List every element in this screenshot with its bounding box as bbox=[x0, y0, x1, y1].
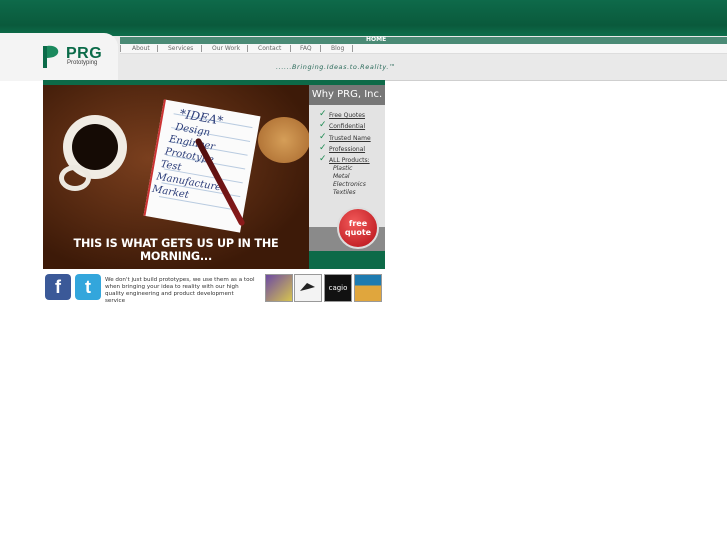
nav-separator bbox=[320, 45, 321, 52]
portfolio-thumb-cagio[interactable]: cagio bbox=[324, 274, 352, 302]
nav-contact[interactable]: Contact bbox=[258, 45, 281, 52]
logo-leaf-icon[interactable] bbox=[43, 44, 63, 68]
nav-separator bbox=[201, 45, 202, 52]
why-item-label: Confidential bbox=[329, 123, 366, 130]
portfolio-thumb-1[interactable] bbox=[265, 274, 293, 302]
nav-faq[interactable]: FAQ bbox=[300, 45, 312, 52]
why-item-label: Professional bbox=[329, 146, 366, 153]
top-banner bbox=[0, 0, 727, 36]
logo-subtitle: Prototyping bbox=[67, 60, 98, 66]
hero-image: *IDEA* Design Engineer Prototype Test Ma… bbox=[43, 85, 309, 269]
notepad: *IDEA* Design Engineer Prototype Test Ma… bbox=[143, 99, 261, 233]
nav-separator bbox=[290, 45, 291, 52]
product-textiles: Textiles bbox=[333, 189, 356, 196]
why-prg-panel: Why PRG, Inc. ✓ Free Quotes ✓ Confidential… bbox=[309, 85, 385, 269]
home-link[interactable]: HOME bbox=[366, 36, 386, 43]
intro-blurb: We don't just build prototypes, we use t… bbox=[105, 277, 255, 304]
home-bar: HOME bbox=[120, 36, 727, 44]
why-item-trusted-name[interactable]: ✓ Trusted Name bbox=[319, 132, 371, 142]
main-nav: About Services Our Work Contact FAQ Blog bbox=[120, 44, 727, 54]
cup-handle bbox=[59, 165, 91, 191]
twitter-icon[interactable]: t bbox=[75, 274, 101, 300]
nav-separator bbox=[352, 45, 353, 52]
why-item-label: Free Quotes bbox=[329, 112, 366, 119]
bird-icon bbox=[300, 283, 315, 291]
why-item-professional[interactable]: ✓ Professional bbox=[319, 143, 366, 153]
why-item-confidential[interactable]: ✓ Confidential bbox=[319, 120, 366, 130]
portfolio-thumb-2[interactable] bbox=[294, 274, 322, 302]
why-item-all-products[interactable]: ✓ ALL Products: bbox=[319, 154, 370, 164]
why-item-free-quotes[interactable]: ✓ Free Quotes bbox=[319, 109, 366, 119]
why-title: Why PRG, Inc. bbox=[309, 85, 385, 105]
check-icon: ✓ bbox=[319, 109, 327, 119]
pad-word: Test bbox=[159, 158, 183, 174]
nav-separator bbox=[120, 45, 121, 52]
product-plastic: Plastic bbox=[333, 165, 353, 172]
check-icon: ✓ bbox=[319, 132, 327, 142]
check-icon: ✓ bbox=[319, 154, 327, 164]
why-item-label: Trusted Name bbox=[329, 135, 371, 142]
nav-separator bbox=[157, 45, 158, 52]
nav-blog[interactable]: Blog bbox=[331, 45, 344, 52]
why-green-band bbox=[309, 251, 385, 269]
nav-our-work[interactable]: Our Work bbox=[212, 45, 240, 52]
cagio-label: cagio bbox=[328, 284, 348, 292]
nav-services[interactable]: Services bbox=[168, 45, 193, 52]
free-quote-line1: free bbox=[348, 219, 368, 228]
check-icon: ✓ bbox=[319, 120, 327, 130]
nav-separator bbox=[247, 45, 248, 52]
tagline: ......Bringing.Ideas.to.Reality.™ bbox=[276, 63, 397, 71]
hero-caption: THIS IS WHAT GETS US UP IN THE MORNING..… bbox=[73, 237, 279, 263]
facebook-icon[interactable]: f bbox=[45, 274, 71, 300]
check-icon: ✓ bbox=[319, 143, 327, 153]
portfolio-thumb-4[interactable] bbox=[354, 274, 382, 302]
why-item-label: ALL Products: bbox=[329, 157, 370, 164]
coffee bbox=[72, 124, 118, 170]
nav-about[interactable]: About bbox=[132, 45, 150, 52]
product-metal: Metal bbox=[333, 173, 350, 180]
free-quote-line2: quote bbox=[344, 228, 372, 237]
free-quote-button[interactable]: free quote bbox=[337, 207, 379, 249]
cookie bbox=[258, 117, 309, 163]
product-electronics: Electronics bbox=[333, 181, 366, 188]
